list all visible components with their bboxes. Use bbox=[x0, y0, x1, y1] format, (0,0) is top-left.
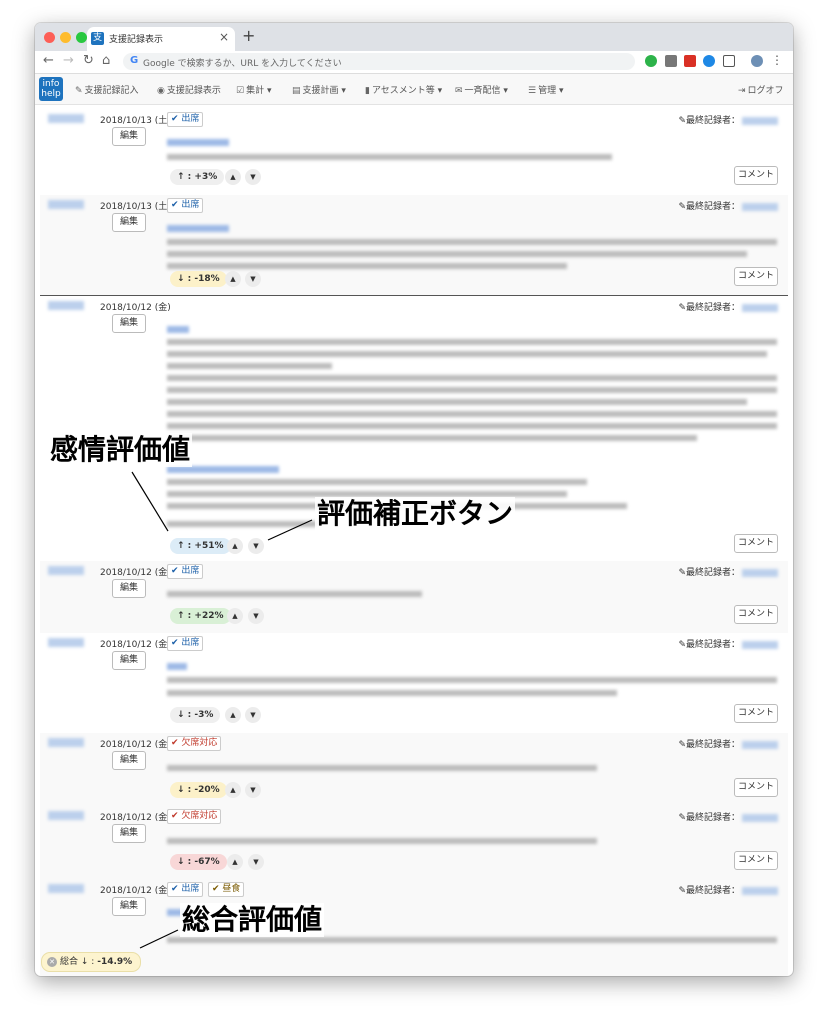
total-value-callout: 総合評価値 bbox=[180, 903, 325, 937]
emotion-value-callout: 感情評価値 bbox=[48, 433, 193, 467]
correction-button-callout: 評価補正ボタン bbox=[315, 497, 516, 531]
